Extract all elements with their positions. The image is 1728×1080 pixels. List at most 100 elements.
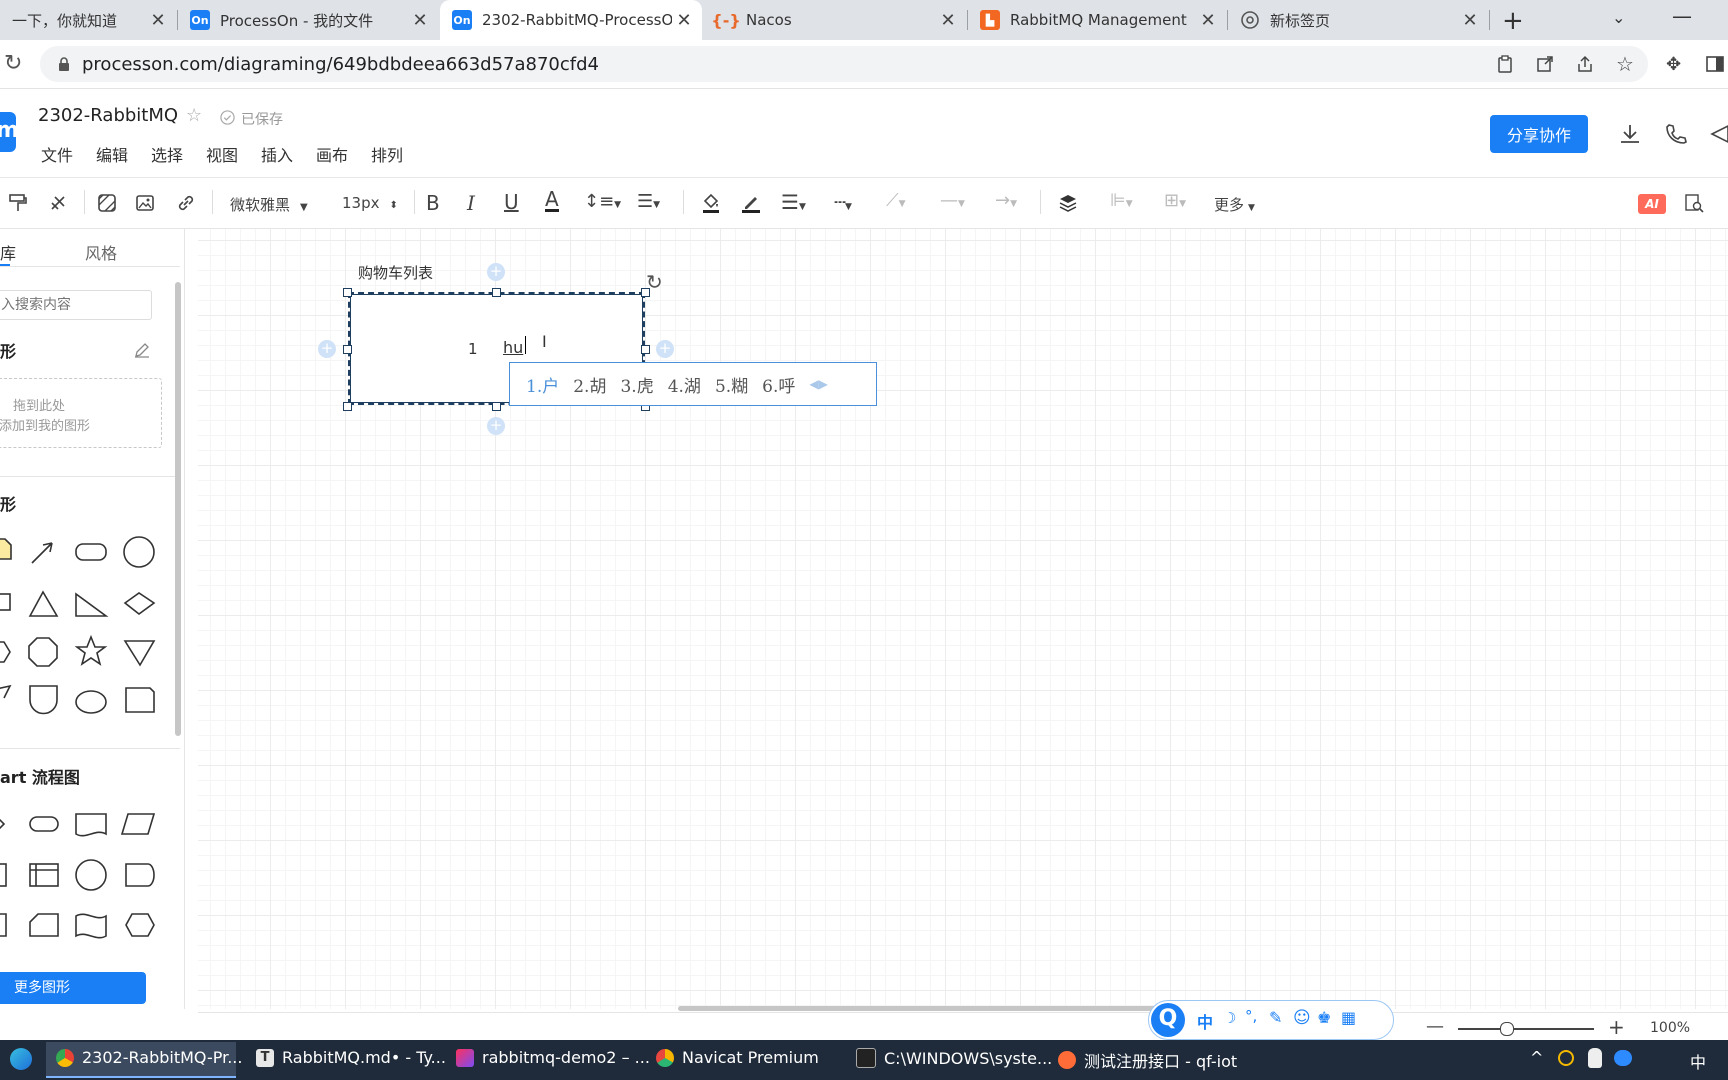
zoom-out-icon[interactable]: — — [1426, 1016, 1444, 1037]
resize-handle[interactable] — [492, 288, 501, 297]
share-collaborate-button[interactable]: 分享协作 — [1490, 115, 1588, 153]
edge-browser-icon[interactable] — [10, 1048, 32, 1070]
tray-cloud-icon[interactable] — [1614, 1050, 1632, 1066]
close-icon[interactable]: ✕ — [672, 10, 696, 31]
share-icon[interactable] — [1576, 55, 1594, 77]
ime-candidate[interactable]: 3.虎 — [620, 372, 653, 397]
open-external-icon[interactable] — [1536, 55, 1554, 77]
extensions-puzzle-icon[interactable]: ✥ — [1666, 54, 1681, 75]
d-shape[interactable] — [29, 685, 58, 715]
arrow-shape[interactable] — [31, 542, 53, 564]
flow-terminator-shape[interactable] — [29, 816, 59, 832]
flow-card-shape[interactable] — [29, 913, 59, 937]
menu-arrange[interactable]: 排列 — [371, 142, 403, 166]
browser-tab-nacos[interactable]: {-} Nacos ✕ — [704, 0, 966, 40]
phone-icon[interactable] — [1664, 122, 1688, 150]
image-icon[interactable] — [135, 193, 155, 217]
flow-delay-shape[interactable] — [125, 863, 155, 887]
resize-handle[interactable] — [641, 345, 650, 354]
resize-handle[interactable] — [343, 288, 352, 297]
ime-candidate[interactable]: 4.湖 — [668, 372, 701, 397]
flow-process-shape[interactable] — [0, 863, 7, 887]
browser-tab-baidu[interactable]: 一下，你就知道 ✕ — [0, 0, 176, 40]
bold-icon[interactable]: B — [426, 191, 440, 215]
punctuation-icon[interactable]: °, — [1245, 1007, 1257, 1025]
browser-tab-rabbitmq-management[interactable]: ▙ RabbitMQ Management ✕ — [968, 0, 1226, 40]
my-shapes-drop-zone[interactable]: 拖到此处 添加到我的图形 — [0, 378, 162, 448]
canvas-horizontal-scrollbar[interactable] — [678, 1006, 1218, 1011]
font-color-icon[interactable]: A — [545, 189, 559, 212]
taskbar-item-navicat[interactable]: Navicat Premium — [656, 1048, 819, 1067]
fill-color-icon[interactable] — [700, 192, 722, 218]
close-icon[interactable]: ✕ — [1458, 10, 1482, 31]
taskbar-ime-indicator[interactable]: 中 — [1690, 1049, 1706, 1073]
star-shape[interactable] — [74, 634, 108, 666]
tray-chevron-up-icon[interactable]: ^ — [1530, 1048, 1543, 1067]
zoom-slider-track[interactable] — [1458, 1028, 1594, 1030]
pattern-fill-icon[interactable] — [97, 193, 117, 217]
window-minimize-icon[interactable]: — — [1672, 4, 1692, 28]
connector-type-icon[interactable]: ⟋▼ — [886, 190, 906, 211]
line-style-icon[interactable]: ┄▼ — [834, 190, 852, 214]
panel-tab-library[interactable]: 库 — [0, 240, 16, 264]
send-icon[interactable] — [1710, 122, 1728, 150]
resize-handle[interactable] — [492, 402, 501, 411]
align-icon[interactable]: ☰▼ — [637, 191, 660, 212]
emoji-icon[interactable]: ☺ — [1293, 1008, 1311, 1028]
bookmark-star-icon[interactable]: ☆ — [1616, 52, 1634, 76]
right-triangle-shape[interactable] — [75, 592, 109, 617]
menu-canvas[interactable]: 画布 — [316, 142, 348, 166]
canvas-text-label[interactable]: 购物车列表 — [358, 262, 433, 283]
zoom-level[interactable]: 100% — [1650, 1020, 1690, 1036]
more-shapes-button[interactable]: 更多图形 — [0, 972, 146, 1004]
italic-icon[interactable]: I — [467, 191, 475, 215]
search-page-icon[interactable] — [1684, 193, 1704, 217]
skin-shirt-icon[interactable]: ♚ — [1317, 1008, 1331, 1027]
flow-manual-shape[interactable] — [0, 913, 7, 937]
browser-tab-new-tab[interactable]: 新标签页 ✕ — [1228, 0, 1488, 40]
note-shape[interactable] — [0, 538, 12, 560]
panel-scrollbar[interactable] — [175, 282, 181, 736]
new-tab-plus-icon[interactable]: + — [1502, 6, 1524, 36]
inverted-triangle-shape[interactable] — [123, 640, 156, 667]
add-connection-bottom-icon[interactable]: + — [487, 417, 505, 435]
processon-logo[interactable]: m — [0, 112, 16, 152]
flow-connector-shape[interactable] — [75, 859, 107, 891]
shape-typed-text[interactable]: hu — [503, 338, 523, 357]
rotate-icon[interactable]: ↻ — [646, 270, 663, 294]
menu-file[interactable]: 文件 — [41, 142, 73, 166]
address-url[interactable]: processon.com/diagraming/649bdbdeea663d5… — [82, 54, 599, 75]
close-icon[interactable]: ✕ — [936, 10, 960, 31]
link-icon[interactable] — [176, 193, 196, 217]
ime-page-arrows-icon[interactable]: ◀▶ — [809, 377, 827, 391]
circle-shape[interactable] — [123, 536, 155, 568]
flow-document-shape[interactable] — [75, 813, 107, 837]
ime-candidate[interactable]: 5.糊 — [715, 372, 748, 397]
flow-preparation-shape[interactable] — [125, 913, 155, 937]
add-connection-right-icon[interactable]: + — [656, 340, 674, 358]
format-painter-icon[interactable] — [8, 193, 28, 217]
reload-icon[interactable]: ↻ — [4, 51, 22, 76]
layers-icon[interactable] — [1058, 193, 1078, 217]
flow-internal-storage-shape[interactable] — [29, 863, 59, 887]
document-title[interactable]: 2302-RabbitMQ — [38, 105, 178, 126]
hexagon-shape[interactable] — [0, 641, 11, 663]
shape-search-input[interactable] — [0, 290, 152, 320]
start-arrow-icon[interactable]: —▼ — [940, 190, 965, 211]
taskbar-item-postman[interactable]: 测试注册接口 - qf-iot — [1058, 1048, 1237, 1072]
card-shape[interactable] — [125, 687, 155, 713]
ime-mode-toggle[interactable]: 中 — [1197, 1009, 1213, 1033]
flow-tape-shape[interactable] — [75, 913, 107, 939]
panel-tab-style[interactable]: 风格 — [85, 240, 117, 264]
add-connection-top-icon[interactable]: + — [487, 263, 505, 281]
clear-format-icon[interactable] — [48, 193, 68, 217]
line-width-icon[interactable]: ☰▼ — [781, 190, 806, 214]
parallelogram-shape[interactable] — [0, 684, 12, 699]
favorite-star-icon[interactable]: ☆ — [186, 105, 202, 126]
add-connection-left-icon[interactable]: + — [318, 340, 336, 358]
close-icon[interactable]: ✕ — [408, 10, 432, 31]
close-icon[interactable]: ✕ — [1196, 10, 1220, 31]
tray-app-icon[interactable] — [1558, 1050, 1574, 1066]
octagon-shape[interactable] — [28, 637, 58, 667]
taskbar-item-cmd[interactable]: C:\WINDOWS\syste... — [856, 1048, 1052, 1068]
